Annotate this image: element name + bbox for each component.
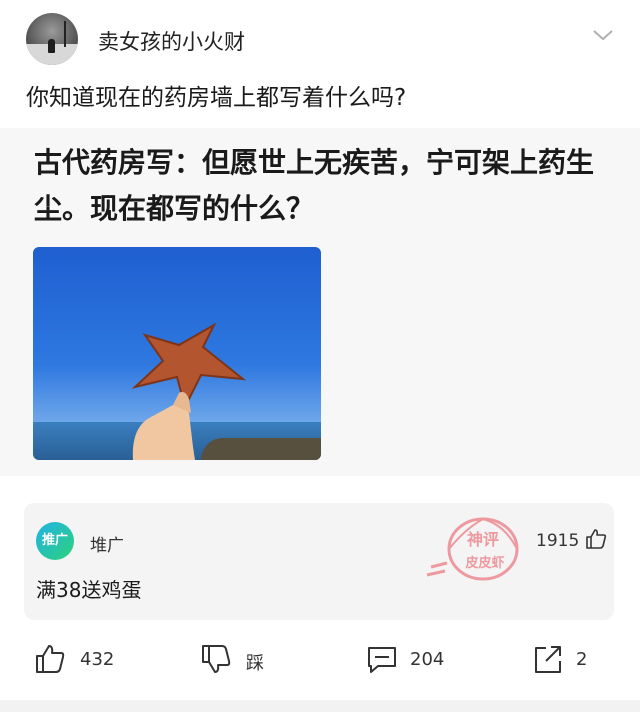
author-name[interactable]: 卖女孩的小火财 [98, 26, 245, 56]
watermark-line2: 皮皮虾 [464, 555, 504, 571]
comment-button[interactable]: 204 [366, 643, 456, 677]
like-button[interactable]: 432 [34, 643, 124, 677]
thumbs-down-icon [202, 645, 231, 673]
share-button[interactable]: 2 [532, 643, 602, 677]
author-avatar[interactable] [26, 13, 78, 65]
starfish-photo[interactable] [33, 247, 321, 460]
thumbs-up-icon [36, 645, 65, 673]
ad-like-count: 1915 [536, 531, 580, 551]
ad-logo[interactable]: 推广 [36, 522, 74, 560]
post-image-text: 古代药房写：但愿世上无疾苦，宁可架上药生尘。现在都写的什么？ [34, 146, 595, 225]
share-count: 2 [576, 649, 588, 670]
share-icon [535, 646, 561, 673]
post-header [0, 0, 640, 78]
post-question: 你知道现在的药房墙上都写着什么吗? [26, 85, 407, 111]
chevron-down-icon[interactable] [592, 28, 614, 42]
thumbs-up-icon[interactable] [584, 527, 608, 551]
ad-text[interactable]: 满38送鸡蛋 [36, 574, 141, 603]
comment-icon [368, 647, 396, 673]
bottom-divider [0, 700, 640, 712]
ad-advertiser-name[interactable]: 堆广 [90, 531, 124, 556]
dislike-button[interactable]: 踩 [200, 643, 280, 677]
watermark-stamp: 神评 皮皮虾 [426, 517, 519, 581]
comment-count: 204 [410, 649, 445, 670]
dislike-label: 踩 [246, 653, 264, 674]
watermark-line1: 神评 [467, 530, 499, 549]
like-count: 432 [80, 649, 115, 670]
